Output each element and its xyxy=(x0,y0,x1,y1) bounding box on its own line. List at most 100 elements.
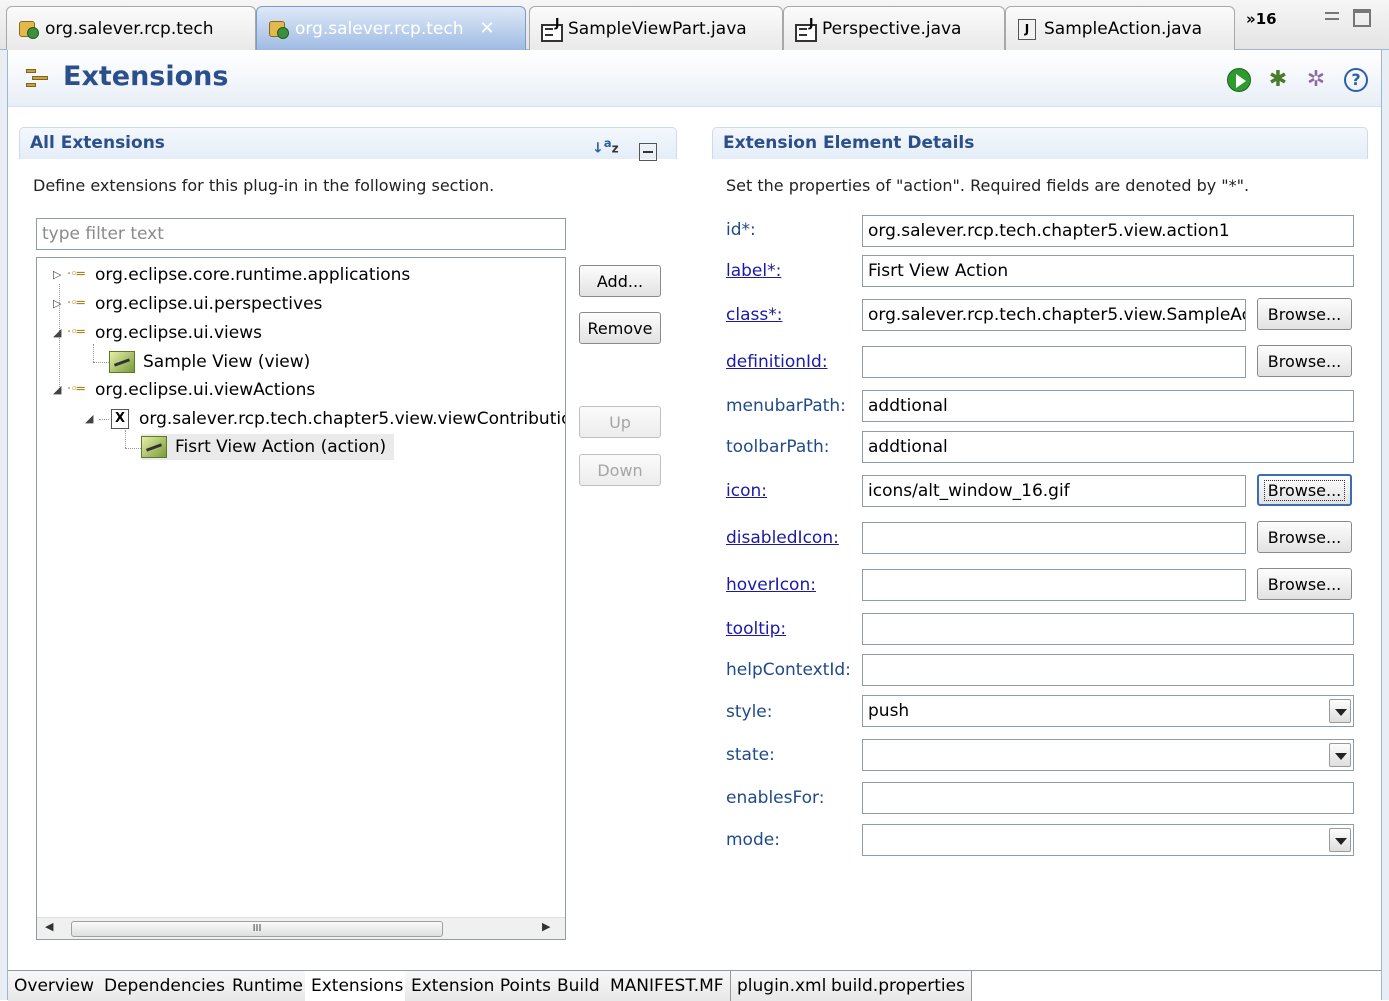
collapse-icon[interactable]: ◢ xyxy=(53,377,67,403)
tree-node-label: Sample View (view) xyxy=(143,352,311,372)
help-icon[interactable]: ? xyxy=(1344,68,1368,92)
extension-point-icon: ·◦═ xyxy=(67,382,85,397)
extensions-tree[interactable]: ▷ ·◦═ org.eclipse.core.runtime.applicati… xyxy=(36,257,566,940)
state-label: state: xyxy=(726,745,775,765)
details-title: Extension Element Details xyxy=(723,133,975,153)
disabledicon-browse-button[interactable]: Browse... xyxy=(1257,521,1352,553)
hovericon-browse-button[interactable]: Browse... xyxy=(1257,568,1352,600)
collapse-icon[interactable]: ◢ xyxy=(85,406,99,432)
expand-icon[interactable]: ▷ xyxy=(53,262,67,288)
definitionid-link[interactable]: definitionId: xyxy=(726,352,828,372)
id-label: id*: xyxy=(726,220,756,240)
editor-tab-sampleaction[interactable]: SampleAction.java xyxy=(1005,6,1235,50)
page-tab-dependencies[interactable]: Dependencies xyxy=(98,971,232,1001)
icon-link[interactable]: icon: xyxy=(726,481,767,501)
right-frame xyxy=(1381,50,1389,1000)
editor-tab-label: SampleViewPart.java xyxy=(568,18,747,39)
class-browse-button[interactable]: Browse... xyxy=(1257,298,1352,330)
page-tab-manifest[interactable]: MANIFEST.MF xyxy=(604,971,731,1001)
editor-tab-plugin-2[interactable]: org.salever.rcp.tech ✕ xyxy=(256,6,526,50)
page-tab-extensions[interactable]: Extensions xyxy=(305,971,411,1001)
definitionid-browse-button[interactable]: Browse... xyxy=(1257,345,1352,377)
chevron-down-icon[interactable] xyxy=(1329,743,1351,767)
profile-icon[interactable]: ✲ xyxy=(1304,68,1328,92)
helpcontextid-field[interactable] xyxy=(862,654,1354,686)
tree-node[interactable]: ◢ ·◦═ org.eclipse.ui.views xyxy=(53,320,262,346)
add-button[interactable]: Add... xyxy=(579,265,661,297)
maximize-icon[interactable] xyxy=(1353,9,1371,27)
scroll-right-icon[interactable]: ▶ xyxy=(542,920,550,933)
tree-node[interactable]: ▷ ·◦═ org.eclipse.core.runtime.applicati… xyxy=(53,262,410,288)
tree-node[interactable]: ◢ X org.salever.rcp.tech.chapter5.view.v… xyxy=(85,406,566,432)
tree-node[interactable]: ◢ ·◦═ org.eclipse.ui.viewActions xyxy=(53,377,315,403)
disabledicon-link[interactable]: disabledIcon: xyxy=(726,528,839,548)
chevron-down-icon[interactable] xyxy=(1329,828,1351,852)
mode-label: mode: xyxy=(726,830,780,850)
tooltip-field[interactable] xyxy=(862,613,1354,645)
close-icon[interactable]: ✕ xyxy=(480,18,495,39)
details-section-header: Extension Element Details xyxy=(712,127,1368,159)
page-tab-plugin-xml[interactable]: plugin.xml xyxy=(731,971,834,1001)
scrollbar-thumb[interactable]: III xyxy=(71,921,443,937)
java-file-icon xyxy=(1016,18,1038,40)
enablesfor-field[interactable] xyxy=(862,782,1354,814)
collapse-icon[interactable]: ◢ xyxy=(53,320,67,346)
page-tab-runtime[interactable]: Runtime xyxy=(226,971,311,1001)
tree-node-label: org.eclipse.core.runtime.applications xyxy=(95,265,411,285)
class-field[interactable]: org.salever.rcp.tech.chapter5.view.Sampl… xyxy=(862,299,1246,331)
scroll-left-icon[interactable]: ◀ xyxy=(45,920,53,933)
style-label: style: xyxy=(726,702,773,722)
page-title: Extensions xyxy=(63,61,229,92)
collapse-all-icon[interactable] xyxy=(639,143,657,161)
minimize-icon[interactable] xyxy=(1325,12,1339,20)
filter-input[interactable]: type filter text xyxy=(36,218,566,250)
tree-node[interactable]: ▷ ·◦═ org.eclipse.ui.perspectives xyxy=(53,291,322,317)
horizontal-scrollbar[interactable]: ◀ III ▶ xyxy=(37,917,565,939)
menubarpath-field[interactable]: addtional xyxy=(862,390,1354,422)
tree-node-label: org.salever.rcp.tech.chapter5.view.viewC… xyxy=(139,409,566,429)
hovericon-field[interactable] xyxy=(862,569,1246,601)
mode-select[interactable] xyxy=(862,824,1354,856)
debug-icon[interactable]: ✱ xyxy=(1266,68,1290,92)
editor-tab-sampleviewpart[interactable]: J SampleViewPart.java xyxy=(529,6,783,50)
label-field[interactable]: Fisrt View Action xyxy=(862,255,1354,287)
tree-node-label: org.eclipse.ui.perspectives xyxy=(95,294,323,314)
enablesfor-label: enablesFor: xyxy=(726,788,825,808)
xml-element-icon: X xyxy=(111,409,129,429)
page-tab-build-properties[interactable]: build.properties xyxy=(825,971,972,1001)
page-tab-overview[interactable]: Overview xyxy=(8,971,102,1001)
id-field[interactable]: org.salever.rcp.tech.chapter5.view.actio… xyxy=(862,215,1354,247)
disabledicon-field[interactable] xyxy=(862,522,1246,554)
up-button[interactable]: Up xyxy=(579,406,661,438)
tree-node-label: org.eclipse.ui.views xyxy=(95,323,262,343)
down-button[interactable]: Down xyxy=(579,454,661,486)
tree-node[interactable]: Sample View (view) xyxy=(109,349,310,375)
expand-icon[interactable]: ▷ xyxy=(53,291,67,317)
state-select[interactable] xyxy=(862,739,1354,771)
editor-tab-perspective[interactable]: J Perspective.java xyxy=(783,6,1005,50)
action-icon xyxy=(141,436,167,458)
page-tab-build[interactable]: Build xyxy=(551,971,607,1001)
tooltip-link[interactable]: tooltip: xyxy=(726,619,786,639)
remove-button[interactable]: Remove xyxy=(579,312,661,344)
label-link[interactable]: label*: xyxy=(726,261,781,281)
icon-field[interactable]: icons/alt_window_16.gif xyxy=(862,475,1246,507)
tree-node-selected[interactable]: Fisrt View Action (action) xyxy=(141,434,395,460)
details-description: Set the properties of "action". Required… xyxy=(726,176,1250,195)
definitionid-field[interactable] xyxy=(862,346,1246,378)
editor-tab-plugin-1[interactable]: org.salever.rcp.tech xyxy=(6,6,256,50)
class-link[interactable]: class*: xyxy=(726,305,782,325)
tab-overflow-button[interactable]: »16 xyxy=(1246,10,1277,28)
hovericon-link[interactable]: hoverIcon: xyxy=(726,575,816,595)
editor-tab-bar: org.salever.rcp.tech org.salever.rcp.tec… xyxy=(0,0,1389,50)
sort-alphabetical-icon[interactable]: ↓az xyxy=(592,137,619,156)
all-extensions-title: All Extensions xyxy=(30,133,165,153)
editor-tab-label: Perspective.java xyxy=(822,18,962,39)
chevron-down-icon[interactable] xyxy=(1329,699,1351,723)
browse-label: Browse... xyxy=(1263,479,1346,501)
icon-browse-button[interactable]: Browse... xyxy=(1257,474,1352,506)
page-tab-extension-points[interactable]: Extension Points xyxy=(405,971,558,1001)
run-icon[interactable] xyxy=(1227,68,1251,92)
toolbarpath-field[interactable]: addtional xyxy=(862,431,1354,463)
style-select[interactable]: push xyxy=(862,695,1354,727)
